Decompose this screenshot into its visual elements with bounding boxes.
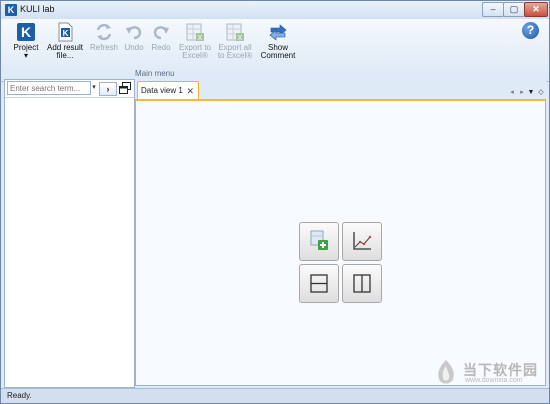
excel-export-all-icon: X [226,23,244,42]
search-input[interactable] [7,81,91,95]
ribbon-group-label: Main menu [135,69,175,78]
tab-options-icon[interactable]: ◇ [537,89,545,97]
project-dropdown-icon[interactable]: ▾ [24,51,28,60]
split-vertical-icon [353,274,371,293]
scroll-left-icon[interactable]: ◂ [508,89,516,97]
ribbon: K Project ▾ K Add result file... Refresh [1,19,549,82]
svg-text:K: K [21,24,31,40]
watermark-url: www.downxia.com [465,377,523,384]
undo-button[interactable]: Undo [122,22,146,52]
status-bar: Ready. [1,388,549,403]
app-logo-icon: K [5,4,17,16]
scroll-right-icon[interactable]: ▸ [518,89,526,97]
excel-export-icon: X [186,23,204,42]
redo-label: Redo [151,43,171,52]
project-k-icon: K [17,23,35,41]
tab-strip: Data view 1 ✕ ◂ ▸ ▼ ◇ [135,79,546,99]
left-panel: ▾ › [4,79,135,388]
watermark: 当下软件园 www.downxia.com [433,359,545,389]
insert-chart-button[interactable] [342,222,382,261]
export-all-to-excel-label: Export all to Excel® [217,43,253,60]
undo-icon [126,26,142,40]
add-view-button[interactable] [299,222,339,261]
tab-label: Data view 1 [141,86,183,95]
watermark-logo-icon [438,360,454,384]
main-area: Data view 1 ✕ ◂ ▸ ▼ ◇ [135,79,546,386]
window-title: KULI lab [20,4,55,14]
refresh-label: Refresh [89,43,118,52]
new-window-icon[interactable] [119,82,131,94]
svg-text:X: X [238,35,243,42]
tab-list-dropdown-icon[interactable]: ▼ [527,89,535,97]
show-comment-button[interactable]: Show Comment [257,22,299,60]
export-all-to-excel-button[interactable]: X Export all to Excel® [215,22,255,60]
left-panel-divider [5,97,134,98]
data-view-canvas [135,99,546,386]
windows-icon [119,82,131,94]
undo-label: Undo [124,43,144,52]
project-button[interactable]: K Project ▾ [8,22,44,60]
split-horizontal-button[interactable] [299,264,339,303]
redo-button[interactable]: Redo [149,22,173,52]
minimize-button[interactable]: – [482,2,504,17]
tab-close-icon[interactable]: ✕ [186,82,194,100]
svg-text:X: X [198,35,203,42]
refresh-button[interactable]: Refresh [88,22,120,52]
close-button[interactable]: ✕ [524,2,548,17]
split-horizontal-icon [310,274,328,293]
export-to-excel-button[interactable]: X Export to Excel® [176,22,214,60]
title-bar[interactable]: K KULI lab – ▢ ✕ [1,1,549,19]
search-dropdown-icon[interactable]: ▾ [90,82,98,94]
split-vertical-button[interactable] [342,264,382,303]
show-comment-icon [269,24,287,41]
add-view-icon [310,230,328,250]
svg-text:K: K [63,29,69,38]
search-go-button[interactable]: › [99,82,117,96]
redo-icon [153,26,169,40]
chart-icon [353,232,372,250]
refresh-icon [96,23,112,41]
app-window: K KULI lab – ▢ ✕ K Project ▾ K Add resul… [0,0,550,404]
help-icon[interactable]: ? [522,22,539,39]
add-file-k-icon: K [58,22,73,42]
tab-data-view-1[interactable]: Data view 1 ✕ [137,81,199,99]
maximize-button[interactable]: ▢ [503,2,525,17]
add-result-file-label: Add result file... [46,43,84,60]
export-to-excel-label: Export to Excel® [178,43,211,60]
add-result-file-button[interactable]: K Add result file... [44,22,86,60]
show-comment-label: Show Comment [260,43,296,60]
